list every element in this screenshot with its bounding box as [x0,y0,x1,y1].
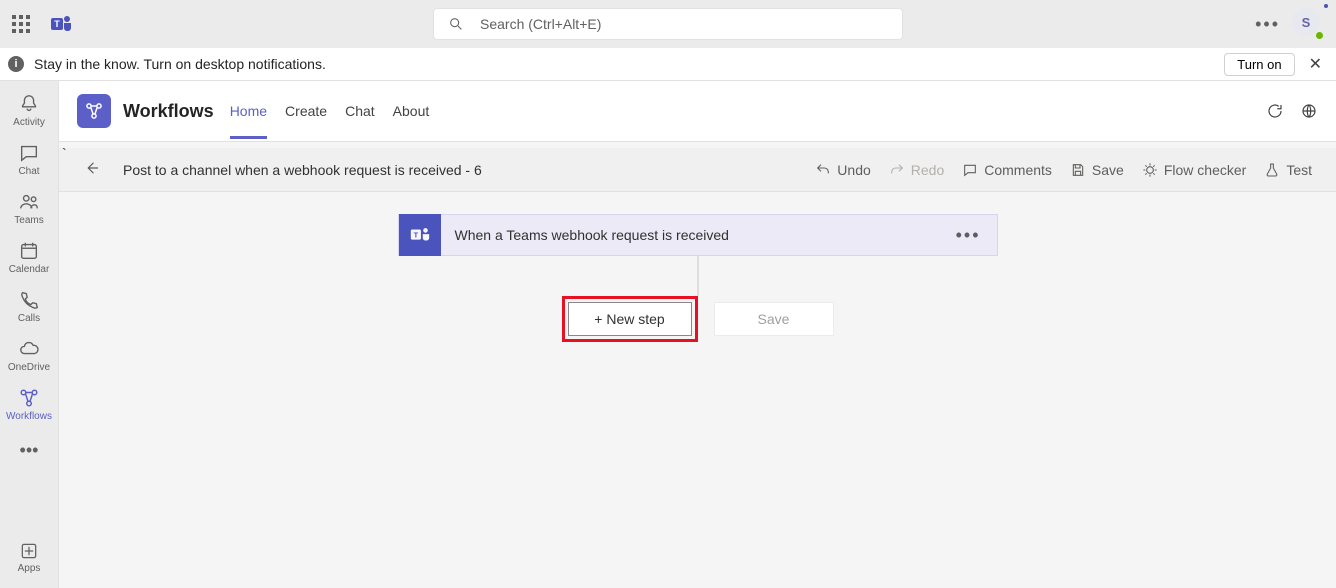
redo-icon [889,162,905,178]
user-avatar[interactable]: S [1292,8,1324,40]
globe-icon[interactable] [1300,102,1318,120]
search-input[interactable]: Search (Ctrl+Alt+E) [433,8,903,40]
workflows-icon [18,387,40,409]
workflows-tabs: Home Create Chat About [230,83,430,139]
notification-text: Stay in the know. Turn on desktop notifi… [34,56,326,72]
flow-toolbar: Post to a channel when a webhook request… [59,148,1336,192]
rail-label: OneDrive [8,362,50,373]
redo-label: Redo [911,162,944,178]
flow-canvas: T When a Teams webhook request is receiv… [59,192,1336,588]
main-content: ` Workflows Home Create Chat About Po [59,81,1336,588]
rail-label: Calendar [9,264,50,275]
flask-icon [1264,162,1280,178]
undo-label: Undo [837,162,870,178]
refresh-icon[interactable] [1266,102,1284,120]
rail-item-calendar[interactable]: Calendar [0,234,59,283]
tab-about[interactable]: About [393,83,430,139]
flow-name: Post to a channel when a webhook request… [123,162,482,178]
people-icon [18,191,40,213]
bell-icon [18,93,40,115]
rail-item-calls[interactable]: Calls [0,283,59,332]
checker-label: Flow checker [1164,162,1246,178]
trigger-card[interactable]: T When a Teams webhook request is receiv… [398,214,998,256]
trigger-label: When a Teams webhook request is received [441,227,729,243]
rail-label: Apps [18,563,41,574]
comment-icon [962,162,978,178]
comments-label: Comments [984,162,1052,178]
apps-icon [19,541,39,561]
new-step-button[interactable]: + New step [568,302,692,336]
connector-line-icon [697,256,698,296]
undo-button[interactable]: Undo [815,162,870,178]
presence-available-icon [1314,30,1325,41]
rail-item-activity[interactable]: Activity [0,87,59,136]
rail-more-icon[interactable]: ••• [0,434,59,469]
workflows-app-icon [77,94,111,128]
app-rail: Activity Chat Teams Calendar Calls OneDr… [0,81,59,588]
test-button[interactable]: Test [1264,162,1312,178]
teams-logo-icon: T [50,12,74,36]
save-label: Save [1092,162,1124,178]
phone-icon [18,289,40,311]
undo-icon [815,162,831,178]
turn-on-button[interactable]: Turn on [1224,53,1294,76]
calendar-icon [18,240,40,262]
title-bar: T Search (Ctrl+Alt+E) ••• S [0,0,1336,48]
rail-label: Teams [14,215,43,226]
avatar-notification-dot-icon [1322,2,1330,10]
tab-create[interactable]: Create [285,83,327,139]
rail-item-chat[interactable]: Chat [0,136,59,185]
svg-text:T: T [413,230,418,239]
rail-item-apps[interactable]: Apps [0,535,59,582]
flow-checker-button[interactable]: Flow checker [1142,162,1246,178]
teams-connector-icon: T [399,214,441,256]
close-icon[interactable]: ✕ [1309,54,1322,74]
highlight-box: + New step [562,296,698,342]
search-placeholder: Search (Ctrl+Alt+E) [480,16,601,32]
search-icon [448,16,464,32]
stray-text: ` [62,145,67,161]
rail-item-teams[interactable]: Teams [0,185,59,234]
chat-icon [18,142,40,164]
app-launcher-icon[interactable] [12,15,30,33]
rail-item-onedrive[interactable]: OneDrive [0,332,59,381]
checker-icon [1142,162,1158,178]
save-flow-button[interactable]: Save [714,302,834,336]
svg-text:T: T [54,19,60,29]
trigger-more-icon[interactable]: ••• [956,225,981,246]
page-title: Workflows [123,101,214,122]
back-button[interactable] [83,159,101,180]
rail-item-workflows[interactable]: Workflows [0,381,59,430]
save-icon [1070,162,1086,178]
tab-chat[interactable]: Chat [345,83,375,139]
comments-button[interactable]: Comments [962,162,1052,178]
redo-button: Redo [889,162,944,178]
rail-label: Activity [13,117,45,128]
workflows-header: Workflows Home Create Chat About [59,81,1336,142]
cloud-icon [18,338,40,360]
info-icon: i [8,56,24,72]
rail-label: Calls [18,313,40,324]
rail-label: Workflows [6,411,52,422]
save-button[interactable]: Save [1070,162,1124,178]
avatar-initial: S [1302,15,1311,30]
notification-banner: i Stay in the know. Turn on desktop noti… [0,48,1336,81]
test-label: Test [1286,162,1312,178]
arrow-left-icon [83,159,101,177]
rail-label: Chat [18,166,39,177]
more-icon[interactable]: ••• [1255,14,1280,35]
tab-home[interactable]: Home [230,83,267,139]
